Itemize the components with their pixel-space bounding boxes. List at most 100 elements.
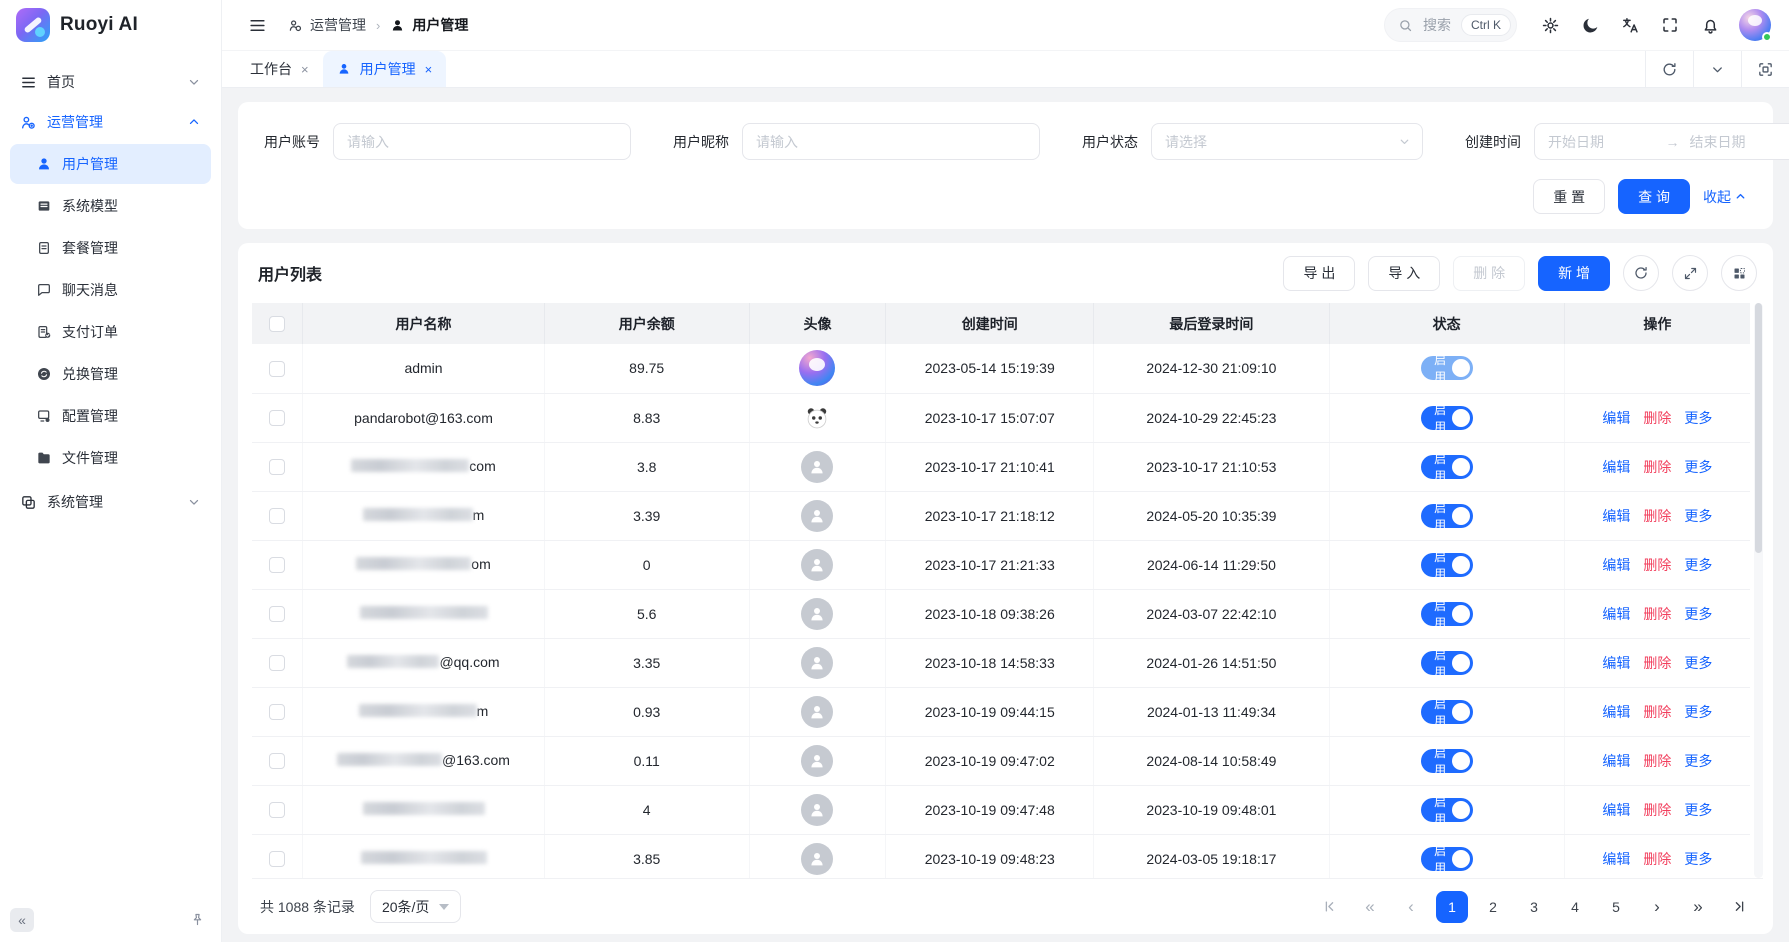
close-icon[interactable]: × [301, 62, 309, 77]
fullscreen-button[interactable] [1653, 8, 1687, 42]
settings-button[interactable] [1533, 8, 1567, 42]
more-link[interactable]: 更多 [1684, 457, 1712, 477]
delete-link[interactable]: 删除 [1643, 849, 1671, 869]
scrollbar-thumb[interactable] [1755, 303, 1762, 553]
first-page-button[interactable] [1313, 891, 1345, 923]
user-avatar[interactable] [1739, 9, 1771, 41]
more-link[interactable]: 更多 [1684, 653, 1712, 673]
delete-link[interactable]: 删除 [1643, 457, 1671, 477]
date-range-picker[interactable]: 开始日期 → 结束日期 [1534, 123, 1789, 160]
status-toggle[interactable]: 启用 [1421, 602, 1473, 626]
edit-link[interactable]: 编辑 [1602, 800, 1630, 820]
page-button-3[interactable]: 3 [1518, 891, 1550, 923]
edit-link[interactable]: 编辑 [1602, 555, 1630, 575]
status-toggle[interactable]: 启用 [1421, 847, 1473, 871]
row-checkbox[interactable] [269, 655, 285, 671]
status-toggle[interactable]: 启用 [1421, 553, 1473, 577]
row-checkbox[interactable] [269, 851, 285, 867]
delete-button[interactable]: 删 除 [1453, 256, 1525, 291]
more-link[interactable]: 更多 [1684, 408, 1712, 428]
row-checkbox[interactable] [269, 704, 285, 720]
last-page-button[interactable] [1723, 891, 1755, 923]
tab-workbench[interactable]: 工作台 × [236, 51, 323, 87]
sidebar-item-file-management[interactable]: 文件管理 [10, 438, 211, 478]
sidebar-group-home[interactable]: 首页 [10, 62, 211, 102]
sidebar-item-package-management[interactable]: 套餐管理 [10, 228, 211, 268]
edit-link[interactable]: 编辑 [1602, 506, 1630, 526]
close-icon[interactable]: × [425, 62, 433, 77]
prev-5-pages-button[interactable]: « [1354, 891, 1386, 923]
row-checkbox[interactable] [269, 606, 285, 622]
page-button-1[interactable]: 1 [1436, 891, 1468, 923]
edit-link[interactable]: 编辑 [1602, 408, 1630, 428]
edit-link[interactable]: 编辑 [1602, 702, 1630, 722]
row-checkbox[interactable] [269, 459, 285, 475]
status-toggle[interactable]: 启用 [1421, 798, 1473, 822]
row-checkbox[interactable] [269, 508, 285, 524]
sidebar-collapse-button[interactable]: « [10, 908, 34, 932]
reset-button[interactable]: 重 置 [1533, 179, 1605, 214]
edit-link[interactable]: 编辑 [1602, 751, 1630, 771]
row-checkbox[interactable] [269, 802, 285, 818]
more-link[interactable]: 更多 [1684, 506, 1712, 526]
refresh-tab-button[interactable] [1645, 51, 1693, 87]
content-fullscreen-button[interactable] [1741, 51, 1789, 87]
more-link[interactable]: 更多 [1684, 751, 1712, 771]
add-button[interactable]: 新 增 [1538, 256, 1610, 291]
status-toggle[interactable]: 启用 [1421, 406, 1473, 430]
export-button[interactable]: 导 出 [1283, 256, 1355, 291]
prev-page-button[interactable]: ‹ [1395, 891, 1427, 923]
delete-link[interactable]: 删除 [1643, 604, 1671, 624]
page-button-2[interactable]: 2 [1477, 891, 1509, 923]
status-toggle[interactable]: 启用 [1421, 504, 1473, 528]
sidebar-group-operations[interactable]: 运营管理 [10, 102, 211, 142]
delete-link[interactable]: 删除 [1643, 408, 1671, 428]
delete-link[interactable]: 删除 [1643, 702, 1671, 722]
status-toggle[interactable]: 启用 [1421, 700, 1473, 724]
delete-link[interactable]: 删除 [1643, 506, 1671, 526]
more-link[interactable]: 更多 [1684, 702, 1712, 722]
delete-link[interactable]: 删除 [1643, 751, 1671, 771]
sidebar-item-chat-messages[interactable]: 聊天消息 [10, 270, 211, 310]
notifications-button[interactable] [1693, 8, 1727, 42]
page-button-5[interactable]: 5 [1600, 891, 1632, 923]
column-settings-button[interactable] [1721, 255, 1757, 291]
sidebar-item-exchange-management[interactable]: 兑换管理 [10, 354, 211, 394]
language-button[interactable] [1613, 8, 1647, 42]
more-link[interactable]: 更多 [1684, 800, 1712, 820]
collapse-filters-link[interactable]: 收起 [1703, 187, 1747, 207]
expand-table-button[interactable] [1672, 255, 1708, 291]
sidebar-item-user-management[interactable]: 用户管理 [10, 144, 211, 184]
sidebar-group-system[interactable]: 系统管理 [10, 482, 211, 522]
dark-mode-button[interactable] [1573, 8, 1607, 42]
row-checkbox[interactable] [269, 557, 285, 573]
breadcrumb-item-users[interactable]: 用户管理 [390, 15, 468, 35]
delete-link[interactable]: 删除 [1643, 800, 1671, 820]
edit-link[interactable]: 编辑 [1602, 604, 1630, 624]
more-link[interactable]: 更多 [1684, 604, 1712, 624]
select-all-checkbox[interactable] [269, 316, 285, 332]
breadcrumb-item-operations[interactable]: 运营管理 [288, 15, 366, 35]
more-link[interactable]: 更多 [1684, 849, 1712, 869]
status-toggle[interactable]: 启用 [1421, 356, 1473, 380]
table-scrollbar[interactable] [1754, 303, 1763, 878]
nickname-input[interactable] [742, 123, 1040, 160]
page-size-select[interactable]: 20条/页 [370, 890, 461, 923]
sidebar-pin-button[interactable] [190, 912, 205, 930]
sidebar-item-config-management[interactable]: 配置管理 [10, 396, 211, 436]
status-toggle[interactable]: 启用 [1421, 455, 1473, 479]
status-toggle[interactable]: 启用 [1421, 651, 1473, 675]
row-checkbox[interactable] [269, 361, 285, 377]
import-button[interactable]: 导 入 [1368, 256, 1440, 291]
account-input[interactable] [333, 123, 631, 160]
edit-link[interactable]: 编辑 [1602, 849, 1630, 869]
delete-link[interactable]: 删除 [1643, 653, 1671, 673]
sidebar-item-payment-orders[interactable]: 支付订单 [10, 312, 211, 352]
query-button[interactable]: 查 询 [1618, 179, 1690, 214]
sidebar-item-system-model[interactable]: 系统模型 [10, 186, 211, 226]
row-checkbox[interactable] [269, 753, 285, 769]
next-page-button[interactable]: › [1641, 891, 1673, 923]
edit-link[interactable]: 编辑 [1602, 653, 1630, 673]
row-checkbox[interactable] [269, 410, 285, 426]
status-toggle[interactable]: 启用 [1421, 749, 1473, 773]
